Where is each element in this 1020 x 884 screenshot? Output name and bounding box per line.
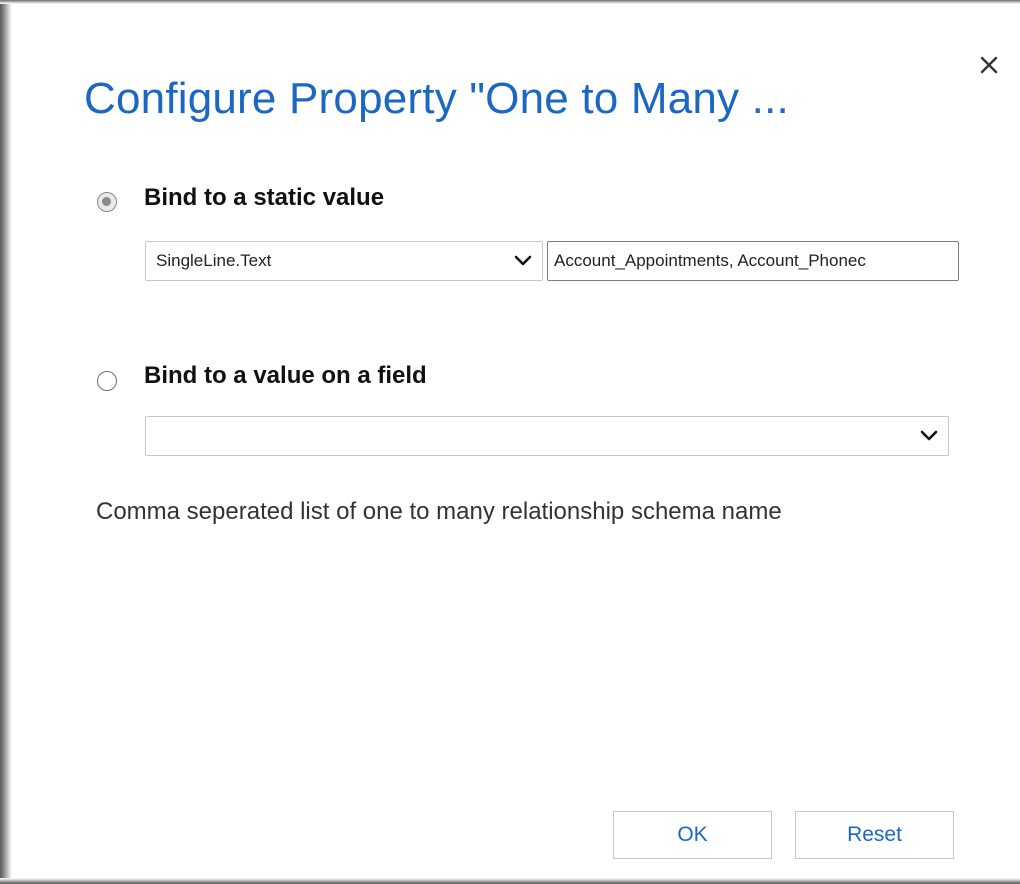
field-select[interactable] [145,416,949,456]
ok-button[interactable]: OK [613,811,772,859]
value-type-select[interactable]: SingleLine.Text [145,241,543,281]
static-value-label[interactable]: Bind to a static value [144,184,384,212]
reset-button[interactable]: Reset [795,811,954,859]
chevron-down-icon [920,430,938,441]
close-button[interactable] [974,50,1004,80]
radio-static-value[interactable] [97,192,117,212]
radio-field-value[interactable] [97,371,117,391]
configure-property-dialog: Configure Property "One to Many ... Bind… [12,4,1020,878]
property-description: Comma seperated list of one to many rela… [96,498,782,525]
dialog-title: Configure Property "One to Many ... [84,74,789,123]
static-value-input[interactable] [547,241,959,281]
field-value-label[interactable]: Bind to a value on a field [144,362,427,390]
window-edge-bottom [0,878,1020,884]
window-frame: Configure Property "One to Many ... Bind… [0,0,1020,884]
window-edge-left [0,0,12,884]
close-icon [980,56,998,74]
value-type-selected: SingleLine.Text [156,251,272,270]
chevron-down-icon [514,255,532,266]
